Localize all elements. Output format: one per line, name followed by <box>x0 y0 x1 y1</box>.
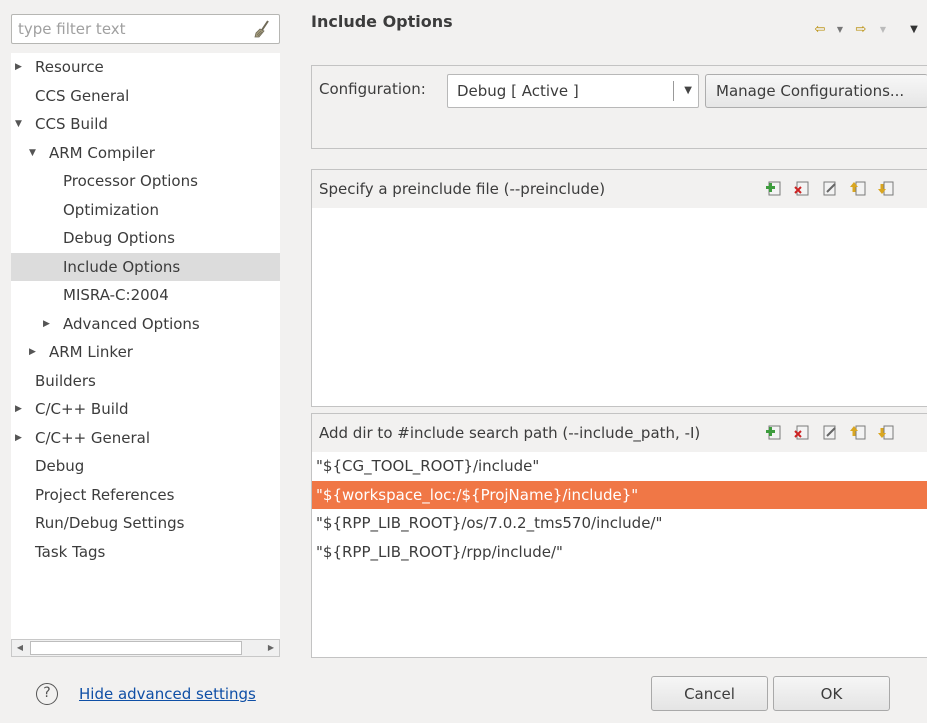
tree-item-label: Resource <box>35 58 104 76</box>
preinclude-title: Specify a preinclude file (--preinclude) <box>319 180 606 198</box>
list-item[interactable]: "${RPP_LIB_ROOT}/rpp/include/" <box>312 538 927 566</box>
tree-item[interactable]: ▶ C/C++ General <box>11 424 280 452</box>
collapsed-arrow-icon[interactable]: ▶ <box>15 53 25 81</box>
tree-item[interactable]: ▶ ARM Linker <box>11 338 280 366</box>
tree-item[interactable]: Builders <box>11 367 280 395</box>
broom-icon[interactable] <box>253 20 271 38</box>
tree-item[interactable]: MISRA-C:2004 <box>11 281 280 309</box>
tree-item[interactable]: Processor Options <box>11 167 280 195</box>
tree-item-label: ARM Compiler <box>49 143 155 162</box>
configuration-label: Configuration: <box>319 80 426 98</box>
scrollbar-thumb[interactable] <box>30 641 242 655</box>
tree-item-label: CCS Build <box>35 115 108 133</box>
edit-icon[interactable] <box>822 424 838 440</box>
move-up-icon[interactable] <box>850 424 866 440</box>
help-icon[interactable]: ? <box>36 683 58 705</box>
back-dropdown-icon[interactable]: ▼ <box>829 20 851 40</box>
tree-item-label: Builders <box>35 371 96 390</box>
add-icon[interactable] <box>766 180 782 196</box>
tree-item[interactable]: Task Tags <box>11 538 280 566</box>
move-up-icon[interactable] <box>850 180 866 196</box>
page-title: Include Options <box>311 12 453 31</box>
include-path-title: Add dir to #include search path (--inclu… <box>319 424 701 442</box>
tree-item-label: Optimization <box>63 200 159 219</box>
tree-item-label: Run/Debug Settings <box>35 514 185 532</box>
configuration-select[interactable]: Debug [ Active ] ▼ <box>447 74 699 108</box>
tree-item[interactable]: Debug Options <box>11 224 280 252</box>
forward-arrow-icon[interactable]: ⇨ <box>850 20 872 40</box>
tree-item[interactable]: ▼ CCS Build <box>11 110 280 138</box>
tree-item-label: MISRA-C:2004 <box>63 286 169 304</box>
scroll-right-icon[interactable]: ▶ <box>263 640 279 656</box>
collapsed-arrow-icon[interactable]: ▶ <box>43 310 53 338</box>
tree-item-label: Processor Options <box>63 172 198 190</box>
ok-button[interactable]: OK <box>773 676 890 711</box>
tree-item-label: Include Options <box>63 257 181 276</box>
tree-item[interactable]: ▶ Advanced Options <box>11 310 280 338</box>
configuration-value: Debug [ Active ] <box>457 82 579 100</box>
list-item[interactable]: "${CG_TOOL_ROOT}/include" <box>312 452 927 480</box>
configuration-group: Configuration: Debug [ Active ] ▼ Manage… <box>311 65 927 149</box>
combo-separator <box>673 81 674 101</box>
tree-item-label: Debug Options <box>63 229 175 247</box>
tree-item[interactable]: ▶ Resource <box>11 53 280 81</box>
tree-item[interactable]: CCS General <box>11 82 280 110</box>
tree-item-label: Project References <box>35 485 175 504</box>
tree-item-label: C/C++ Build <box>35 400 129 418</box>
preinclude-panel: Specify a preinclude file (--preinclude) <box>311 169 927 407</box>
settings-tree: ▶ Resource CCS General ▼ CCS Build ▼ ARM Compi… <box>11 53 280 639</box>
edit-icon[interactable] <box>822 180 838 196</box>
view-menu-icon[interactable]: ▼ <box>903 20 925 40</box>
filter-input[interactable] <box>12 15 242 43</box>
filter-field[interactable] <box>11 14 280 44</box>
chevron-down-icon[interactable]: ▼ <box>684 75 692 107</box>
tree-item-label: Debug <box>35 457 85 475</box>
expanded-arrow-icon[interactable]: ▼ <box>29 139 39 167</box>
tree-item-label: Task Tags <box>35 542 106 561</box>
tree-item[interactable]: ▼ ARM Compiler <box>11 139 280 167</box>
include-path-panel: Add dir to #include search path (--inclu… <box>311 413 927 658</box>
list-item[interactable]: "${RPP_LIB_ROOT}/os/7.0.2_tms570/include… <box>312 509 927 537</box>
cancel-button[interactable]: Cancel <box>651 676 768 711</box>
manage-configurations-button[interactable]: Manage Configurations... <box>705 74 927 108</box>
back-arrow-icon[interactable]: ⇦ <box>809 20 831 40</box>
add-icon[interactable] <box>766 424 782 440</box>
delete-icon[interactable] <box>794 180 810 196</box>
tree-item[interactable]: ▶ C/C++ Build <box>11 395 280 423</box>
expanded-arrow-icon[interactable]: ▼ <box>15 110 25 138</box>
scroll-left-icon[interactable]: ◀ <box>12 640 28 656</box>
tree-item-label: CCS General <box>35 86 130 105</box>
move-down-icon[interactable] <box>878 424 894 440</box>
collapsed-arrow-icon[interactable]: ▶ <box>29 338 39 366</box>
list-item[interactable]: "${workspace_loc:/${ProjName}/include}" <box>312 480 927 509</box>
move-down-icon[interactable] <box>878 180 894 196</box>
collapsed-arrow-icon[interactable]: ▶ <box>15 395 25 423</box>
delete-icon[interactable] <box>794 424 810 440</box>
tree-item-label: ARM Linker <box>49 343 133 361</box>
collapsed-arrow-icon[interactable]: ▶ <box>15 424 25 452</box>
tree-item[interactable]: Run/Debug Settings <box>11 509 280 537</box>
tree-item[interactable]: Optimization <box>11 196 280 224</box>
horizontal-scrollbar[interactable]: ◀ ▶ <box>11 639 280 657</box>
tree-item[interactable]: Debug <box>11 452 280 480</box>
tree-item-label: Advanced Options <box>63 314 200 333</box>
hide-advanced-settings-link[interactable]: Hide advanced settings <box>79 685 256 703</box>
forward-dropdown-icon[interactable]: ▼ <box>872 20 894 40</box>
tree-item[interactable]: Include Options <box>11 252 280 281</box>
tree-item[interactable]: Project References <box>11 481 280 509</box>
tree-item-label: C/C++ General <box>35 428 151 447</box>
